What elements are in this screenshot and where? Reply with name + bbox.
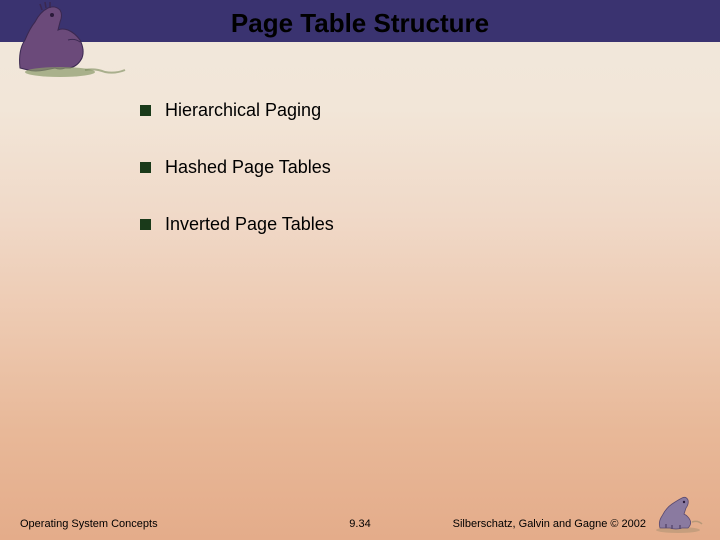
footer: Operating System Concepts Silberschatz, … — [0, 492, 720, 530]
footer-right-wrap: Silberschatz, Galvin and Gagne © 2002 — [453, 492, 704, 530]
bullet-text: Inverted Page Tables — [165, 214, 334, 235]
list-item: Inverted Page Tables — [140, 214, 334, 235]
bullet-text: Hashed Page Tables — [165, 157, 331, 178]
footer-left: Operating System Concepts — [20, 518, 158, 530]
content-area: Hierarchical Paging Hashed Page Tables I… — [140, 100, 334, 271]
dinosaur-bottom-icon — [652, 492, 704, 534]
bullet-icon — [140, 105, 151, 116]
list-item: Hashed Page Tables — [140, 157, 334, 178]
bullet-text: Hierarchical Paging — [165, 100, 321, 121]
list-item: Hierarchical Paging — [140, 100, 334, 121]
slide-title: Page Table Structure — [0, 8, 720, 39]
footer-right: Silberschatz, Galvin and Gagne © 2002 — [453, 518, 646, 530]
bullet-icon — [140, 219, 151, 230]
bullet-icon — [140, 162, 151, 173]
